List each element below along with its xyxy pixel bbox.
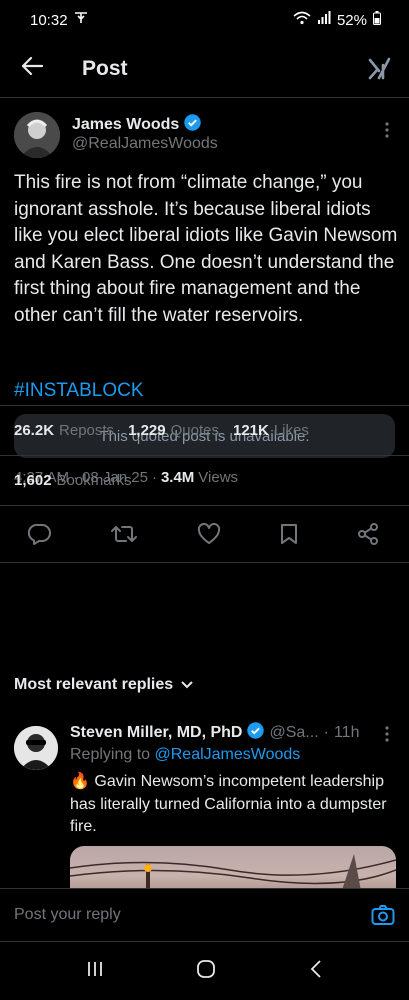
like-button[interactable] (197, 523, 221, 545)
reposts-count: 26.2K (14, 422, 55, 439)
page-title: Post (82, 56, 128, 80)
repost-button[interactable] (111, 523, 138, 545)
chevron-down-icon (181, 676, 193, 694)
hashtag-link[interactable]: #INSTABLOCK (14, 380, 144, 402)
reply-age: 11h (333, 724, 360, 741)
battery-level: 52% (336, 11, 367, 29)
replies-sort-button[interactable]: Most relevant replies (14, 676, 193, 694)
author-name[interactable]: James Woods (72, 116, 179, 134)
avatar[interactable] (14, 112, 60, 158)
verified-badge-icon (247, 722, 265, 744)
replying-to-handle[interactable]: @RealJamesWoods (155, 746, 301, 763)
reply-icon (28, 523, 51, 545)
chevron-left-icon (310, 959, 321, 978)
reposts-label: Reposts (59, 422, 115, 439)
grok-icon (367, 57, 393, 86)
reply-item[interactable]: Steven Miller, MD, PhD @Sa... · 11h Repl… (0, 720, 409, 896)
heart-icon (197, 523, 220, 544)
more-options-button[interactable] (385, 726, 389, 747)
bookmark-icon (280, 524, 297, 544)
home-icon (197, 959, 216, 978)
repost-icon (111, 526, 138, 542)
notification-icon (74, 11, 88, 29)
arrow-left-icon (21, 56, 44, 81)
recent-apps-icon (88, 961, 103, 976)
author-handle[interactable]: @RealJamesWoods (72, 135, 218, 153)
quotes-label: Quotes (170, 422, 219, 439)
battery-icon (373, 11, 381, 29)
grok-button[interactable] (367, 56, 393, 87)
top-bar: Post (0, 40, 409, 98)
bookmarks-label: Bookmarks (56, 472, 132, 489)
reply-text: 🔥 Gavin Newsom’s incompetent leadership … (70, 773, 387, 835)
reply-composer[interactable]: Post your reply (0, 888, 409, 942)
verified-badge-icon (184, 114, 201, 136)
avatar[interactable] (14, 726, 58, 770)
bookmark-button[interactable] (280, 523, 298, 545)
likes-count: 121K (232, 422, 269, 439)
system-navigation-bar (0, 942, 409, 1000)
wifi-icon (293, 11, 311, 29)
likes-stat[interactable]: 121K Likes (233, 422, 309, 439)
more-options-button[interactable] (385, 122, 389, 143)
bookmarks-stat[interactable]: 1,602 Bookmarks (14, 472, 132, 489)
engagement-stats: 26.2K Reposts 1,229 Quotes 121K Likes (0, 405, 409, 455)
replying-prefix: Replying to (70, 746, 151, 763)
post-text: This fire is not from “climate change,” … (14, 172, 398, 326)
camera-icon (371, 905, 395, 925)
post-actions (0, 505, 409, 563)
meta-separator: · (323, 724, 329, 741)
share-icon (358, 523, 378, 545)
home-button[interactable] (196, 959, 216, 984)
post-author: James Woods @RealJamesWoods (0, 98, 409, 168)
replying-to: Replying to @RealJamesWoods (70, 746, 300, 764)
bookmarks-stats: 1,602 Bookmarks (0, 455, 409, 505)
reply-input-placeholder[interactable]: Post your reply (14, 906, 121, 924)
bookmarks-count: 1,602 (14, 472, 52, 489)
reply-author-name[interactable]: Steven Miller, MD, PhD (70, 724, 242, 742)
more-vertical-icon (385, 122, 389, 142)
quotes-count: 1,229 (128, 422, 166, 439)
likes-label: Likes (273, 422, 309, 439)
reply-button[interactable] (28, 523, 52, 545)
signal-icon (317, 11, 331, 29)
recent-apps-button[interactable] (86, 960, 104, 983)
back-button[interactable] (0, 56, 60, 81)
replies-heading-label: Most relevant replies (14, 676, 174, 693)
more-vertical-icon (385, 726, 389, 746)
status-bar: 10:32 52% (0, 0, 409, 40)
share-button[interactable] (357, 523, 379, 545)
system-back-button[interactable] (309, 959, 323, 984)
post: James Woods @RealJamesWoods This fire is… (0, 98, 409, 486)
camera-button[interactable] (371, 904, 395, 931)
reposts-stat[interactable]: 26.2K Reposts (14, 422, 114, 439)
status-time: 10:32 (30, 11, 68, 29)
quotes-stat[interactable]: 1,229 Quotes (128, 422, 219, 439)
reply-author-handle[interactable]: @Sa... (269, 724, 318, 742)
